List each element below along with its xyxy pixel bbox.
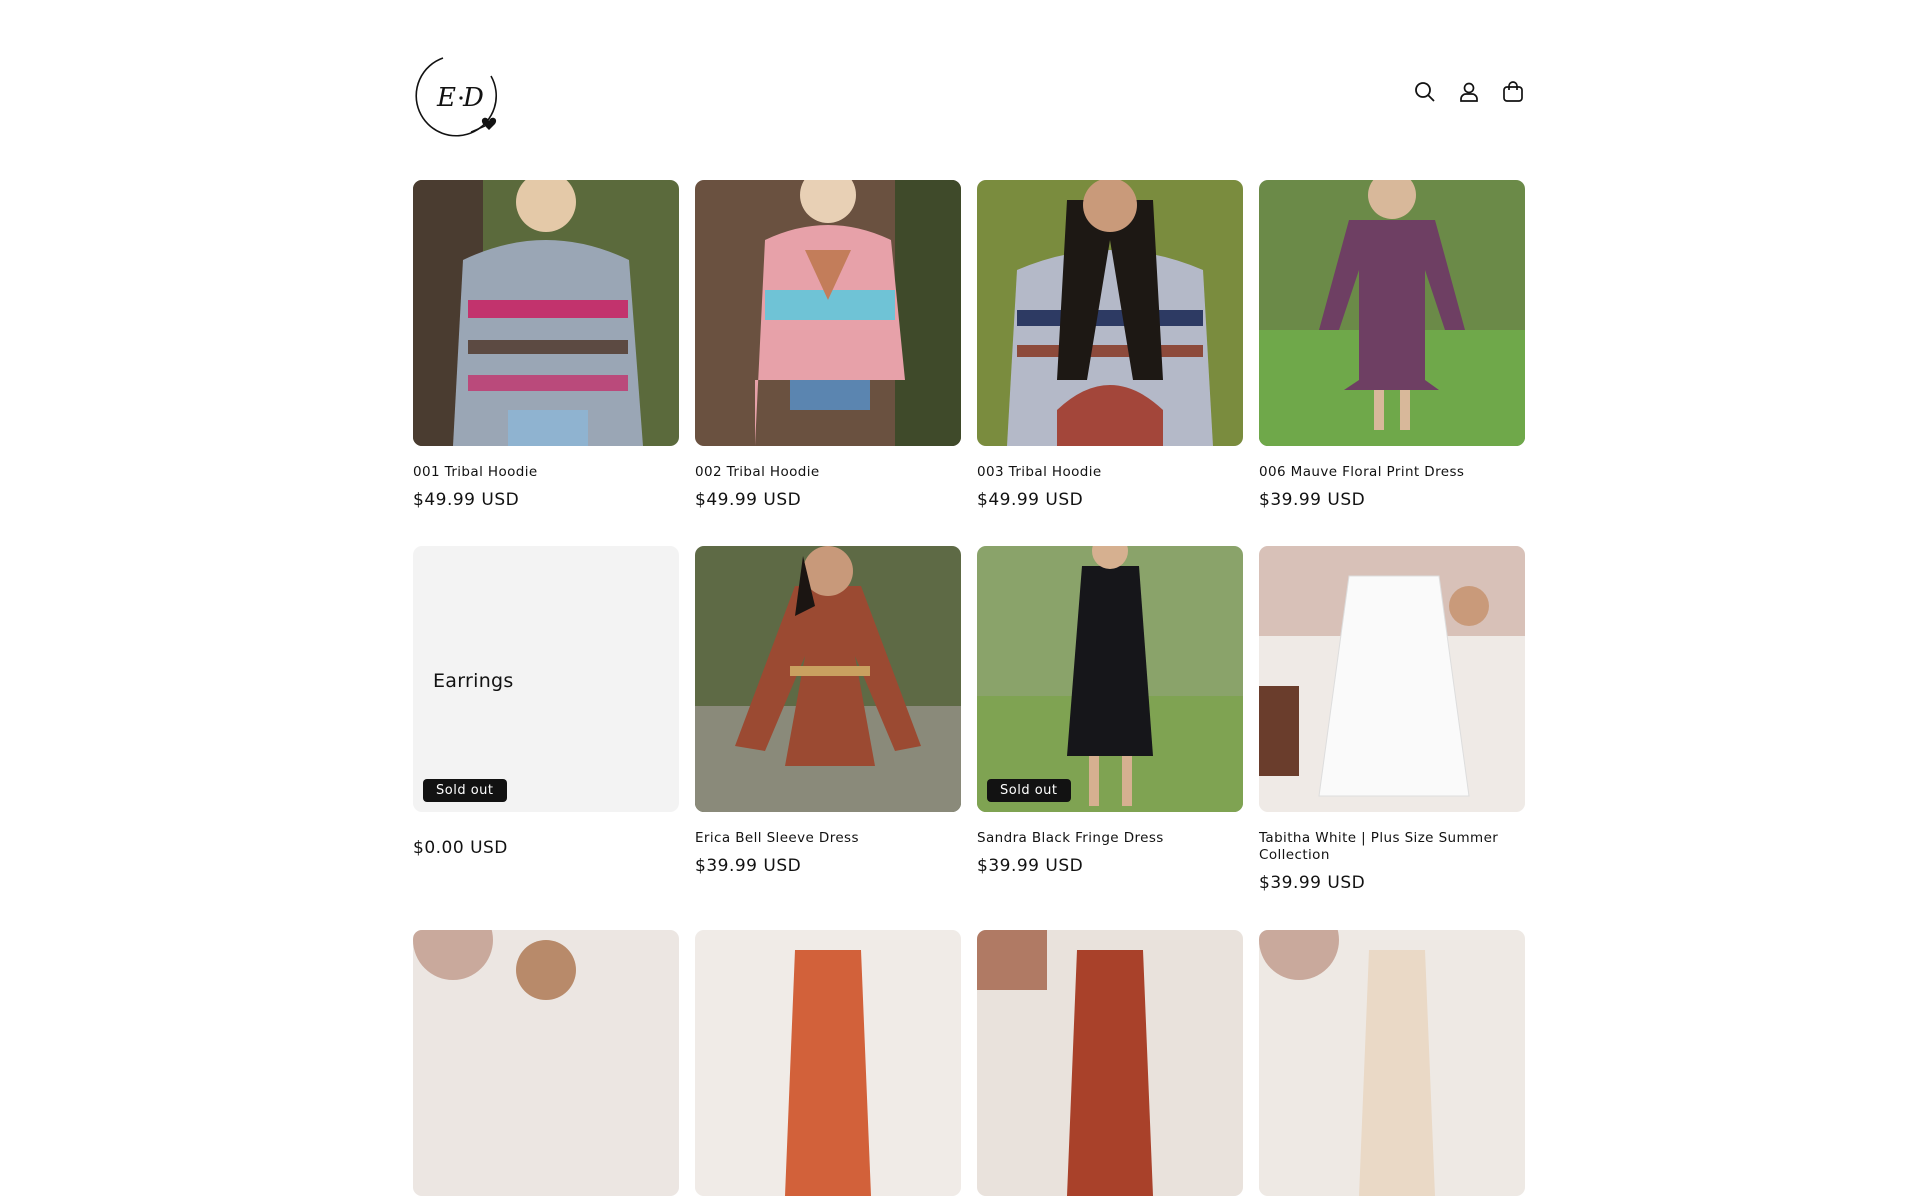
- svg-text:D: D: [462, 83, 484, 113]
- product-price: $39.99 USD: [695, 856, 802, 876]
- sold-out-badge: Sold out: [987, 779, 1071, 802]
- product-image[interactable]: [1259, 546, 1525, 812]
- product-price: $0.00 USD: [413, 838, 508, 858]
- product-card[interactable]: Tabitha White | Plus Size Summer Collect…: [1259, 546, 1525, 893]
- product-card[interactable]: [977, 930, 1243, 1196]
- product-image[interactable]: [413, 930, 679, 1196]
- product-image[interactable]: [977, 180, 1243, 446]
- product-title[interactable]: 001 Tribal Hoodie: [413, 464, 679, 481]
- placeholder-title: Earrings: [433, 670, 514, 692]
- product-price: $39.99 USD: [977, 856, 1084, 876]
- product-card[interactable]: 006 Mauve Floral Print Dress $39.99 USD: [1259, 180, 1525, 510]
- product-card[interactable]: 002 Tribal Hoodie $49.99 USD: [695, 180, 961, 510]
- sold-out-badge: Sold out: [423, 779, 507, 802]
- product-image[interactable]: [695, 546, 961, 812]
- product-title[interactable]: Sandra Black Fringe Dress: [977, 830, 1243, 847]
- product-price: $49.99 USD: [977, 490, 1084, 510]
- search-icon[interactable]: [1413, 80, 1437, 104]
- product-price: $49.99 USD: [695, 490, 802, 510]
- product-title[interactable]: 006 Mauve Floral Print Dress: [1259, 464, 1525, 481]
- product-image[interactable]: [1259, 930, 1525, 1196]
- store-logo[interactable]: E D: [413, 46, 509, 142]
- product-card[interactable]: Sold out Sandra Black Fringe Dress $39.9…: [977, 546, 1243, 876]
- product-title[interactable]: 003 Tribal Hoodie: [977, 464, 1243, 481]
- product-price: $39.99 USD: [1259, 490, 1366, 510]
- product-image[interactable]: [1259, 180, 1525, 446]
- product-placeholder[interactable]: Earrings Sold out: [413, 546, 679, 812]
- product-card[interactable]: 001 Tribal Hoodie $49.99 USD: [413, 180, 679, 510]
- product-image[interactable]: [695, 930, 961, 1196]
- product-card[interactable]: Erica Bell Sleeve Dress $39.99 USD: [695, 546, 961, 876]
- product-image[interactable]: [413, 180, 679, 446]
- product-title[interactable]: 002 Tribal Hoodie: [695, 464, 961, 481]
- product-image[interactable]: Sold out: [977, 546, 1243, 812]
- product-title[interactable]: Tabitha White | Plus Size Summer Collect…: [1259, 830, 1525, 864]
- product-image[interactable]: [695, 180, 961, 446]
- account-icon[interactable]: [1457, 80, 1481, 104]
- product-card[interactable]: [695, 930, 961, 1196]
- product-card[interactable]: [1259, 930, 1525, 1196]
- site-header: E D: [413, 46, 1525, 146]
- product-title[interactable]: Erica Bell Sleeve Dress: [695, 830, 961, 847]
- product-price: $39.99 USD: [1259, 873, 1366, 893]
- product-price: $49.99 USD: [413, 490, 520, 510]
- svg-text:E: E: [436, 83, 456, 113]
- product-card[interactable]: [413, 930, 679, 1196]
- product-card[interactable]: Earrings Sold out $0.00 USD: [413, 546, 679, 858]
- product-card[interactable]: 003 Tribal Hoodie $49.99 USD: [977, 180, 1243, 510]
- cart-icon[interactable]: [1501, 80, 1525, 104]
- product-image[interactable]: [977, 930, 1243, 1196]
